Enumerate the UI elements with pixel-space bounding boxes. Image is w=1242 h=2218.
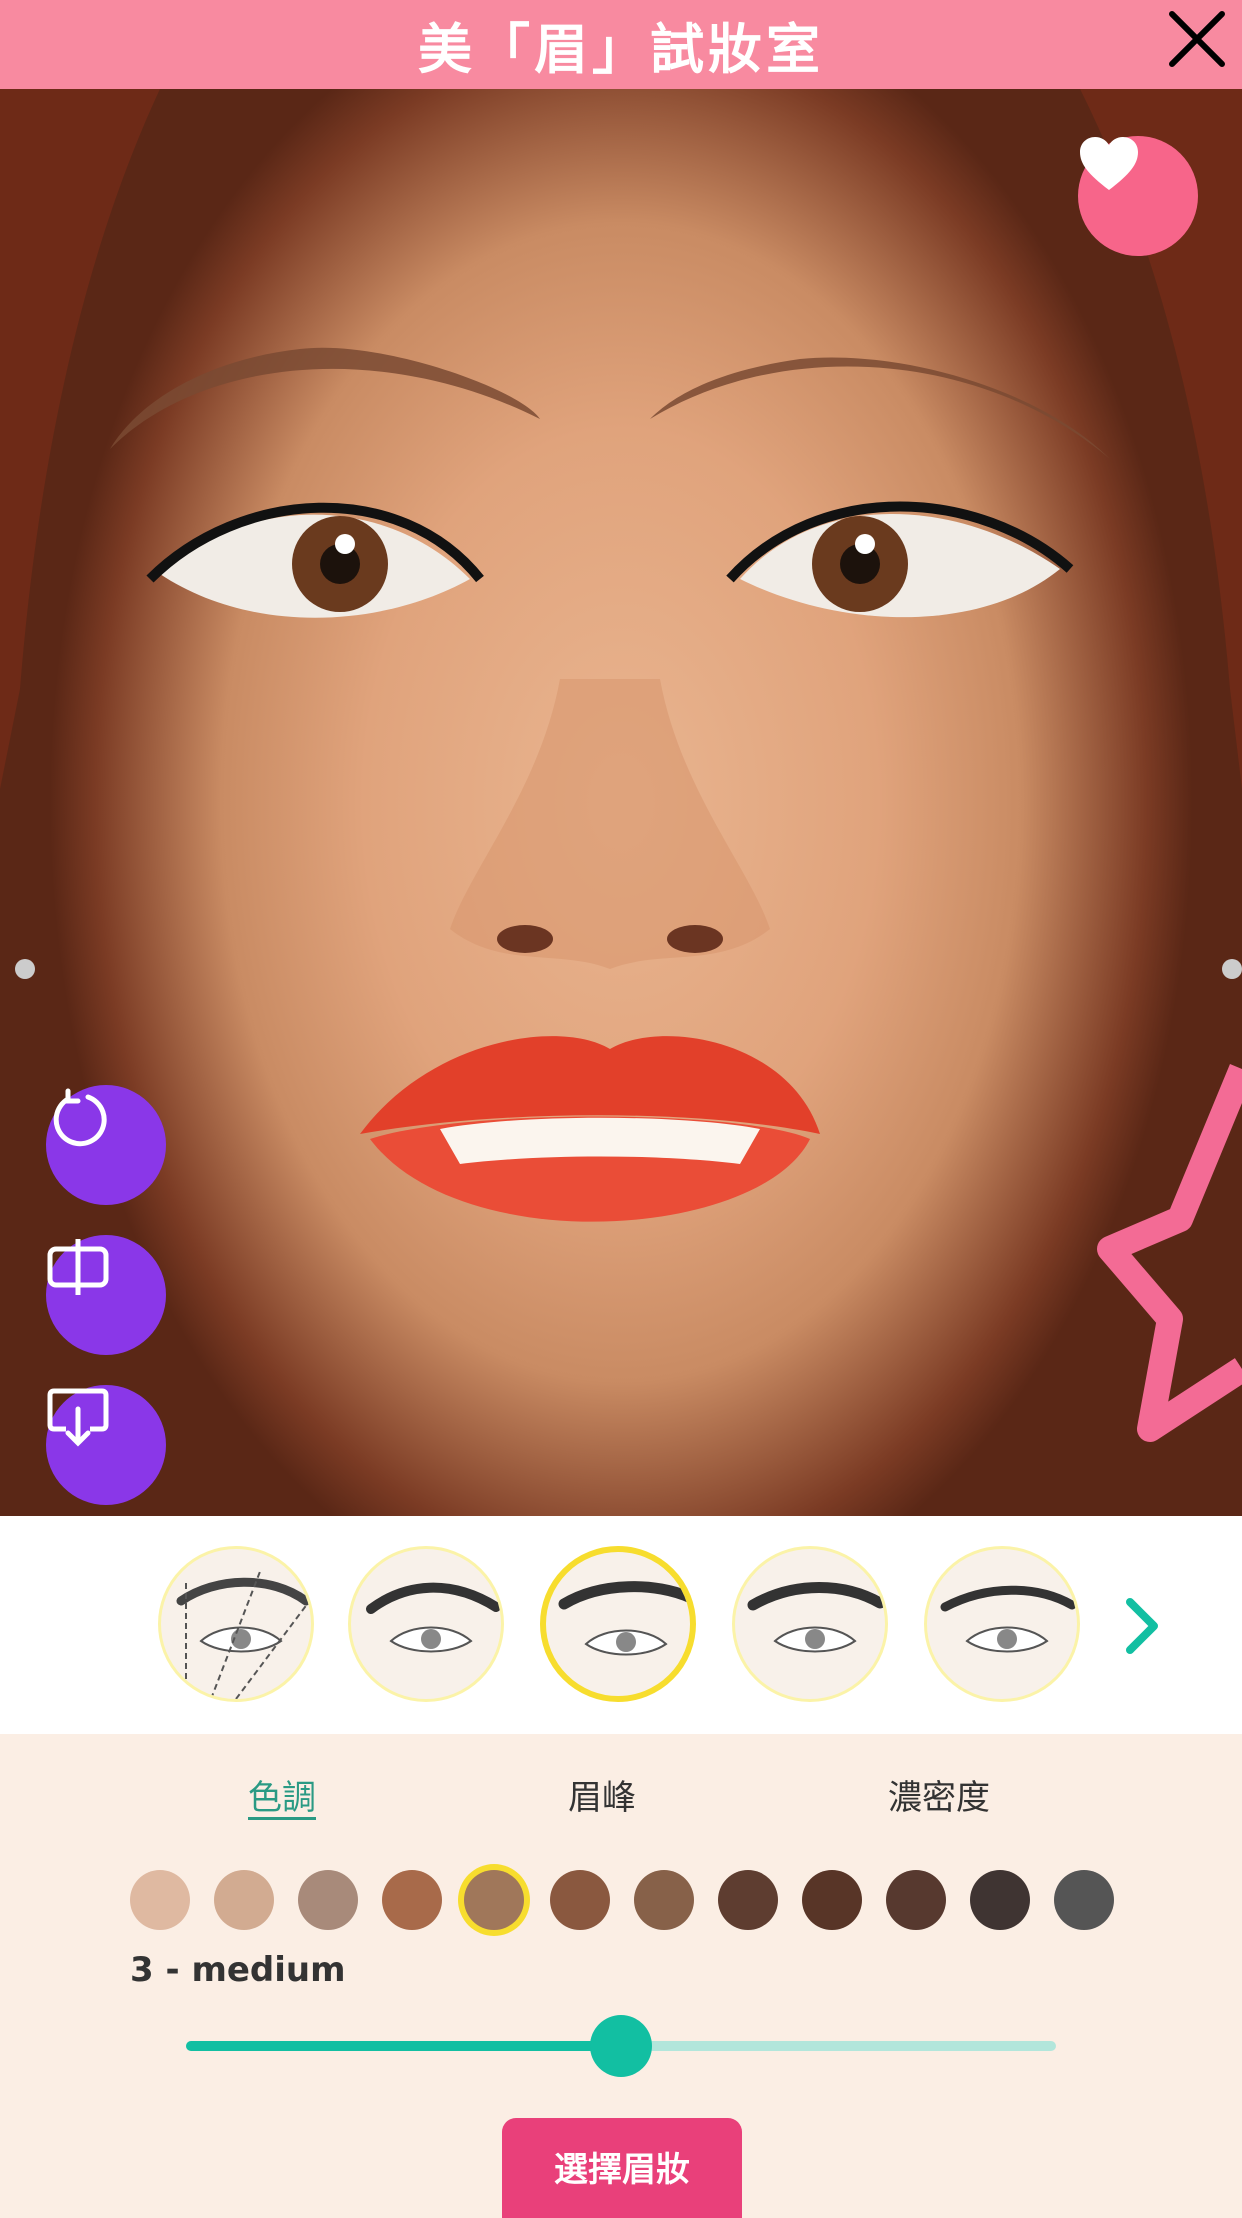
reset-icon (53, 1088, 107, 1147)
reset-button[interactable] (46, 1085, 166, 1205)
close-button[interactable] (1162, 4, 1232, 74)
intensity-slider-thumb[interactable] (590, 2015, 652, 2077)
color-swatch[interactable] (298, 1870, 358, 1930)
download-icon (47, 1388, 109, 1447)
brow-style-option[interactable] (732, 1546, 888, 1702)
tab-density[interactable]: 濃密度 (888, 1770, 990, 1819)
brow-shape-icon (940, 1585, 1077, 1653)
compare-button[interactable] (46, 1235, 166, 1355)
page-title: 美「眉」試妝室 (418, 18, 824, 81)
save-button[interactable] (46, 1385, 166, 1505)
intensity-slider-fill (186, 2041, 621, 2051)
brow-style-option[interactable] (158, 1546, 314, 1702)
brow-style-option[interactable] (348, 1546, 504, 1702)
carousel-next-button[interactable] (1122, 1596, 1162, 1656)
tab-arch[interactable]: 眉峰 (568, 1770, 636, 1819)
brow-shape-icon (366, 1582, 501, 1653)
color-swatch[interactable] (1054, 1870, 1114, 1930)
close-icon (1169, 11, 1225, 67)
brow-style-option[interactable] (540, 1546, 696, 1702)
color-swatch[interactable] (550, 1870, 610, 1930)
brow-style-carousel (0, 1516, 1242, 1734)
chevron-right-icon (1126, 1598, 1158, 1654)
color-swatch[interactable] (130, 1870, 190, 1930)
face-preview (0, 89, 1242, 1516)
adjust-tabs: 色調 眉峰 濃密度 (0, 1760, 1242, 1830)
color-swatch[interactable] (634, 1870, 694, 1930)
choose-brow-button[interactable]: 選擇眉妝 (502, 2118, 742, 2218)
brow-guide-icon (176, 1568, 311, 1699)
heart-icon (1080, 137, 1138, 190)
color-swatch-selected[interactable] (464, 1870, 524, 1930)
favorite-button[interactable] (1078, 136, 1198, 256)
brow-shape-icon (558, 1581, 690, 1656)
shade-label: 3 - medium (130, 1950, 346, 1990)
header-bar: 美「眉」試妝室 (0, 0, 1242, 89)
color-swatch[interactable] (886, 1870, 946, 1930)
color-swatch[interactable] (970, 1870, 1030, 1930)
face-illustration (0, 89, 1242, 1442)
color-swatch[interactable] (382, 1870, 442, 1930)
compare-icon (47, 1239, 109, 1295)
color-swatch[interactable] (718, 1870, 778, 1930)
brow-style-option[interactable] (924, 1546, 1080, 1702)
tab-tone[interactable]: 色調 (248, 1770, 316, 1819)
color-swatch[interactable] (802, 1870, 862, 1930)
brow-shape-icon (747, 1582, 885, 1653)
color-swatch[interactable] (214, 1870, 274, 1930)
